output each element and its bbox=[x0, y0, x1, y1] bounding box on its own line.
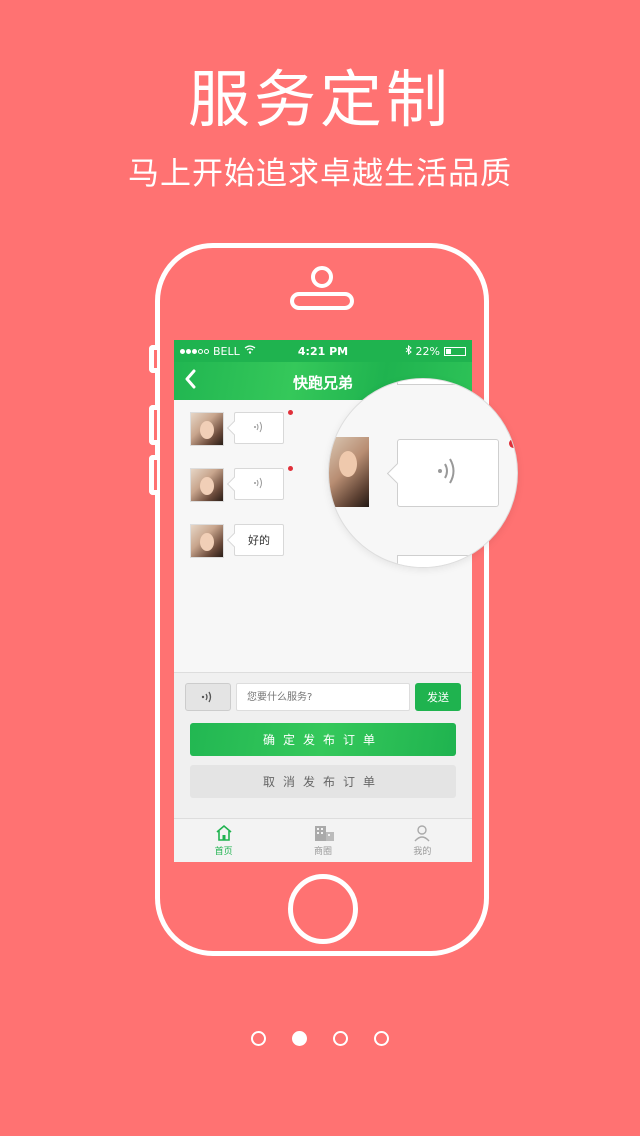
magnified-voice-bubble bbox=[397, 439, 499, 507]
voice-wave-icon bbox=[252, 420, 266, 437]
phone-volume-up bbox=[149, 405, 157, 445]
unread-dot bbox=[288, 466, 293, 471]
page-dot[interactable] bbox=[374, 1031, 389, 1046]
page-indicator bbox=[0, 1031, 640, 1046]
phone-speaker bbox=[290, 292, 354, 310]
send-button[interactable]: 发送 bbox=[415, 683, 461, 711]
magnified-avatar bbox=[329, 437, 369, 507]
tab-home[interactable]: 首页 bbox=[174, 819, 273, 862]
hero-subtitle: 马上开始追求卓越生活品质 bbox=[128, 156, 512, 192]
phone-mute-switch bbox=[149, 345, 157, 373]
tab-mine[interactable]: 我的 bbox=[373, 819, 472, 862]
tab-business[interactable]: 商圈 bbox=[273, 819, 372, 862]
magnified-bubble-top bbox=[397, 379, 499, 385]
magnified-unread-dot bbox=[509, 439, 517, 448]
unread-dot bbox=[288, 410, 293, 415]
building-icon bbox=[314, 824, 334, 842]
magnifier-callout bbox=[328, 378, 518, 568]
avatar[interactable] bbox=[190, 524, 224, 558]
service-request-input[interactable] bbox=[236, 683, 410, 711]
cancel-order-button[interactable]: 取消发布订单 bbox=[190, 765, 456, 798]
avatar[interactable] bbox=[190, 468, 224, 502]
page-dot[interactable] bbox=[251, 1031, 266, 1046]
voice-wave-icon bbox=[435, 454, 461, 492]
voice-message-bubble[interactable] bbox=[234, 468, 284, 500]
page-dot-active[interactable] bbox=[292, 1031, 307, 1046]
phone-camera bbox=[311, 266, 333, 288]
status-time: 4:21 PM bbox=[297, 344, 349, 358]
page-dot[interactable] bbox=[333, 1031, 348, 1046]
phone-home-button bbox=[288, 874, 358, 944]
battery-icon bbox=[444, 346, 466, 356]
text-message-bubble[interactable]: 好的 bbox=[234, 524, 284, 556]
user-icon bbox=[413, 824, 431, 842]
status-bar: BELL 4:21 PM 22% bbox=[174, 340, 472, 362]
home-icon bbox=[215, 824, 233, 842]
tab-mine-label: 我的 bbox=[413, 847, 432, 857]
confirm-order-button[interactable]: 确定发布订单 bbox=[190, 723, 456, 756]
voice-wave-icon bbox=[252, 476, 266, 493]
phone-volume-down bbox=[149, 455, 157, 495]
voice-input-button[interactable] bbox=[185, 683, 231, 711]
tab-bar: 首页 商圈 我的 bbox=[174, 818, 472, 862]
magnified-bubble-bottom bbox=[397, 555, 499, 567]
tab-business-label: 商圈 bbox=[313, 847, 332, 857]
voice-message-bubble[interactable] bbox=[234, 412, 284, 444]
tab-home-label: 首页 bbox=[214, 847, 233, 857]
composer-area: 发送 确定发布订单 取消发布订单 bbox=[174, 672, 472, 818]
avatar[interactable] bbox=[190, 412, 224, 446]
hero-title: 服务定制 bbox=[187, 63, 452, 136]
